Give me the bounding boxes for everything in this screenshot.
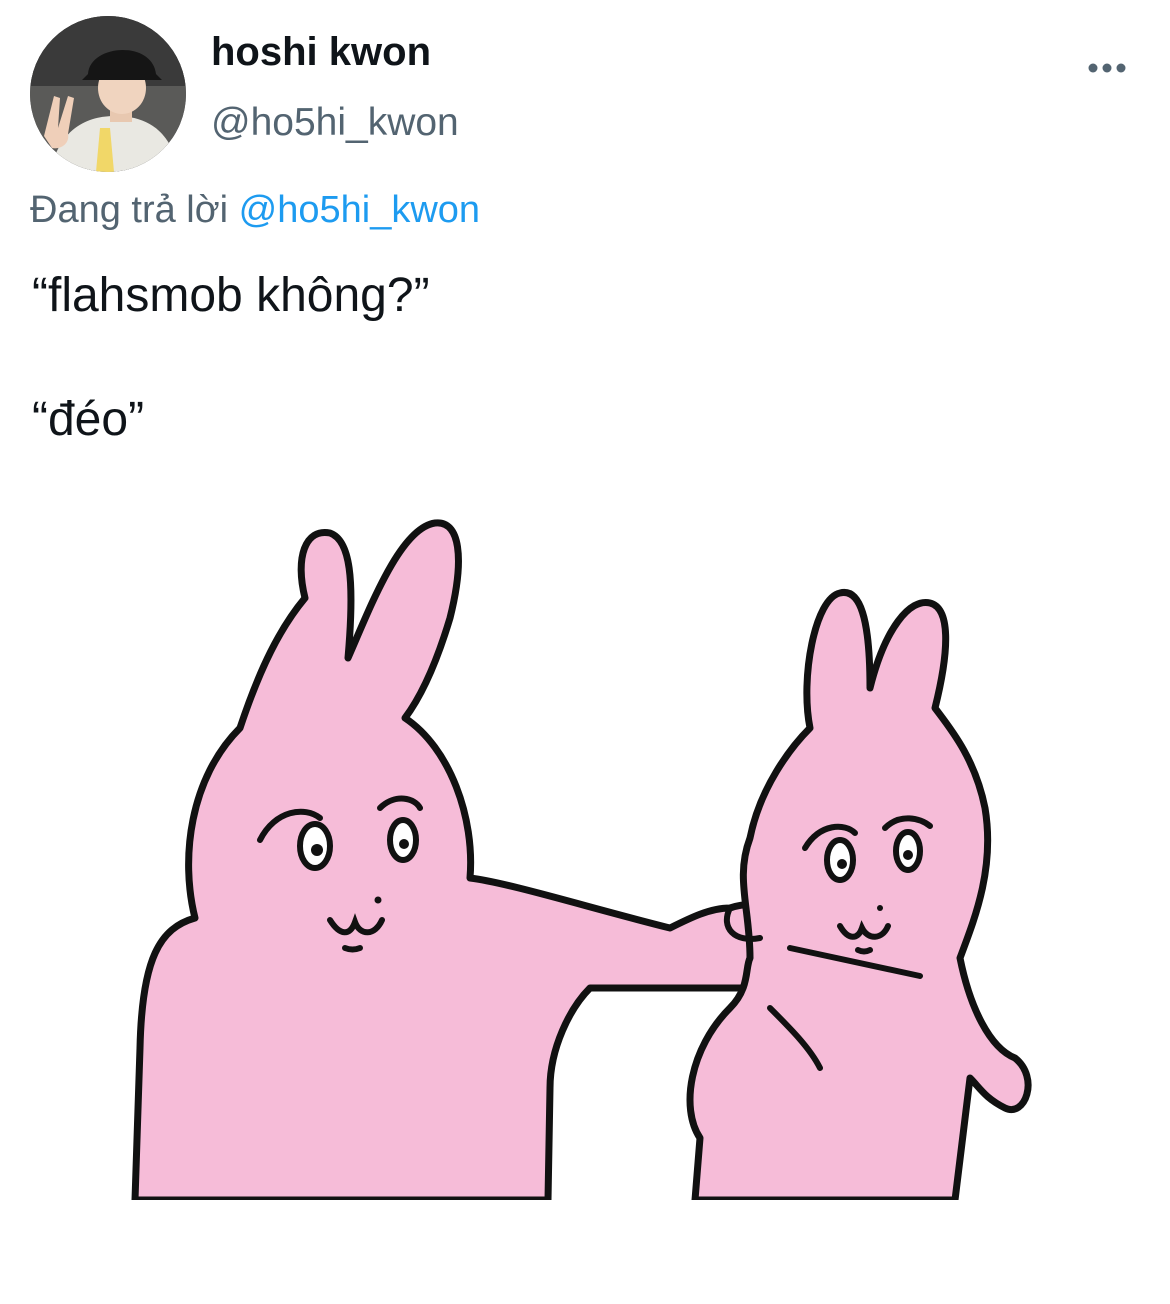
more-horizontal-icon xyxy=(1088,63,1126,73)
avatar[interactable] xyxy=(30,16,186,172)
tweet-media-image[interactable] xyxy=(30,488,1106,1200)
tweet: hoshi kwon @ho5hi_kwon Đang trả lời @ho5… xyxy=(0,0,1170,1304)
tweet-text-line-2: “đéo” xyxy=(32,393,145,446)
tweet-text-line-1: “flahsmob không?” xyxy=(32,269,430,322)
replying-mention-link[interactable]: @ho5hi_kwon xyxy=(239,189,480,231)
author-handle[interactable]: @ho5hi_kwon xyxy=(211,101,459,145)
replying-to: Đang trả lời @ho5hi_kwon xyxy=(30,189,480,232)
avatar-photo xyxy=(30,16,186,172)
bunny-illustration xyxy=(30,488,1106,1200)
replying-prefix: Đang trả lời xyxy=(30,189,229,231)
display-name[interactable]: hoshi kwon xyxy=(211,30,431,74)
more-options-button[interactable] xyxy=(1082,50,1132,86)
